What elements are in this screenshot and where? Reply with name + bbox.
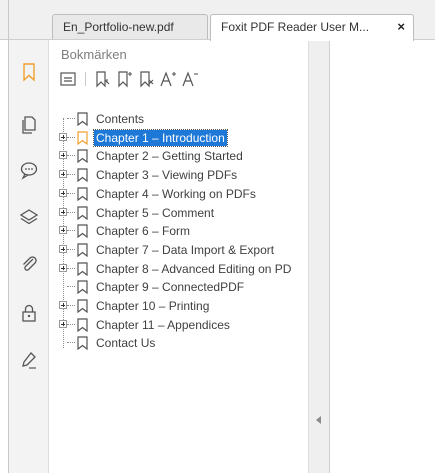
bookmark-icon bbox=[77, 168, 88, 183]
expand-icon[interactable] bbox=[59, 170, 67, 179]
expand-icon[interactable] bbox=[59, 188, 67, 197]
tree-connector bbox=[67, 192, 75, 195]
panel-splitter[interactable] bbox=[308, 40, 330, 473]
bookmark-item[interactable]: Contents bbox=[49, 110, 308, 128]
bookmark-item[interactable]: Chapter 9 – ConnectedPDF bbox=[49, 278, 308, 296]
bookmark-icon bbox=[77, 299, 88, 314]
bookmark-icon bbox=[77, 261, 88, 276]
tree-connector bbox=[67, 267, 75, 270]
bookmark-icon[interactable] bbox=[19, 62, 39, 82]
bookmark-item[interactable]: Chapter 11 – Appendices bbox=[49, 316, 308, 334]
tree-connector bbox=[67, 118, 75, 120]
tree-connector bbox=[67, 323, 75, 326]
tab-en-portfolio[interactable]: En_Portfolio-new.pdf bbox=[52, 14, 208, 40]
bookmark-icon bbox=[77, 112, 88, 127]
comment-icon[interactable] bbox=[19, 160, 39, 180]
bookmark-icon bbox=[77, 131, 88, 145]
document-page-area[interactable] bbox=[330, 40, 435, 473]
bookmark-label: Chapter 2 – Getting Started bbox=[96, 149, 243, 164]
bookmark-item[interactable]: Chapter 7 – Data Import & Export bbox=[49, 241, 308, 259]
pages-icon[interactable] bbox=[19, 115, 39, 135]
tab-label: En_Portfolio-new.pdf bbox=[63, 20, 174, 34]
bookmark-item[interactable]: Chapter 6 – Form bbox=[49, 222, 308, 240]
bookmark-item[interactable]: Chapter 3 – Viewing PDFs bbox=[49, 166, 308, 184]
bookmark-label: Chapter 8 – Advanced Editing on PD bbox=[96, 261, 292, 276]
expand-icon[interactable] bbox=[59, 151, 67, 160]
bookmark-label: Chapter 9 – ConnectedPDF bbox=[96, 280, 245, 295]
expand-icon[interactable] bbox=[59, 207, 67, 216]
bookmark-item[interactable]: Chapter 10 – Printing bbox=[49, 297, 308, 315]
tab-foxit-user-manual[interactable]: Foxit PDF Reader User M... × bbox=[210, 14, 414, 41]
bookmark-icon bbox=[77, 149, 88, 164]
bookmark-label: Chapter 3 – Viewing PDFs bbox=[96, 168, 238, 183]
bookmark-icon bbox=[77, 205, 88, 220]
expand-icon[interactable] bbox=[59, 319, 67, 328]
bookmark-label: Chapter 6 – Form bbox=[96, 224, 191, 239]
expand-icon[interactable] bbox=[59, 226, 67, 235]
bookmark-item[interactable]: Chapter 2 – Getting Started bbox=[49, 147, 308, 165]
close-icon[interactable]: × bbox=[397, 15, 405, 39]
tab-bar: En_Portfolio-new.pdf Foxit PDF Reader Us… bbox=[0, 0, 435, 41]
bookmark-item[interactable]: Chapter 4 – Working on PDFs bbox=[49, 185, 308, 203]
bookmark-icon bbox=[77, 243, 88, 258]
tab-label: Foxit PDF Reader User M... bbox=[221, 20, 370, 34]
panel-title: Bokmärken bbox=[61, 47, 127, 62]
decrease-font-size-icon[interactable] bbox=[181, 70, 199, 88]
tree-connector bbox=[67, 211, 75, 214]
signature-icon[interactable] bbox=[19, 350, 39, 370]
attachment-icon[interactable] bbox=[19, 254, 39, 274]
expand-icon[interactable] bbox=[59, 132, 67, 141]
bookmark-label: Chapter 7 – Data Import & Export bbox=[96, 242, 275, 257]
bookmark-label: Chapter 4 – Working on PDFs bbox=[96, 186, 256, 201]
bookmark-item[interactable]: Chapter 5 – Comment bbox=[49, 204, 308, 222]
navigation-sidebar bbox=[9, 40, 49, 473]
collapse-all-icon[interactable] bbox=[59, 70, 77, 88]
tree-connector bbox=[67, 248, 75, 251]
tree-connector bbox=[67, 286, 75, 288]
bookmark-item[interactable]: Chapter 8 – Advanced Editing on PD bbox=[49, 260, 308, 278]
add-child-bookmark-icon[interactable] bbox=[115, 70, 133, 88]
toolbar-divider bbox=[85, 72, 86, 86]
bookmark-icon bbox=[77, 224, 88, 239]
bookmark-label: Contact Us bbox=[96, 336, 156, 351]
bookmark-icon bbox=[77, 318, 88, 332]
bookmarks-panel: Bokmärken Contents Chapter 1 – Introducti… bbox=[49, 40, 308, 473]
bookmark-icon bbox=[77, 280, 88, 295]
tree-connector bbox=[67, 342, 75, 344]
bookmark-label: Contents bbox=[96, 112, 145, 126]
expand-icon[interactable] bbox=[59, 244, 67, 253]
bookmark-label: Chapter 10 – Printing bbox=[96, 299, 210, 313]
tree-connector bbox=[67, 305, 75, 307]
bookmark-item[interactable]: Contact Us bbox=[49, 334, 308, 352]
tree-connector bbox=[67, 136, 75, 139]
tree-connector bbox=[67, 230, 75, 232]
increase-font-size-icon[interactable] bbox=[159, 70, 177, 88]
expand-icon[interactable] bbox=[59, 263, 67, 272]
tree-connector bbox=[67, 174, 75, 176]
bookmark-label: Chapter 1 – Introduction bbox=[93, 128, 228, 147]
tree-connector bbox=[67, 155, 75, 157]
bookmark-label: Chapter 5 – Comment bbox=[96, 205, 215, 220]
delete-bookmark-icon[interactable] bbox=[137, 70, 155, 88]
layers-icon[interactable] bbox=[19, 207, 39, 227]
new-bookmark-icon[interactable] bbox=[93, 70, 111, 88]
security-icon[interactable] bbox=[19, 303, 39, 323]
bookmark-icon bbox=[77, 336, 88, 351]
bookmark-label: Chapter 11 – Appendices bbox=[96, 317, 230, 332]
collapse-panel-arrow-icon[interactable] bbox=[316, 416, 321, 424]
bookmark-item[interactable]: Chapter 1 – Introduction bbox=[49, 128, 308, 147]
bookmark-icon bbox=[77, 187, 88, 202]
expand-icon[interactable] bbox=[59, 301, 67, 309]
